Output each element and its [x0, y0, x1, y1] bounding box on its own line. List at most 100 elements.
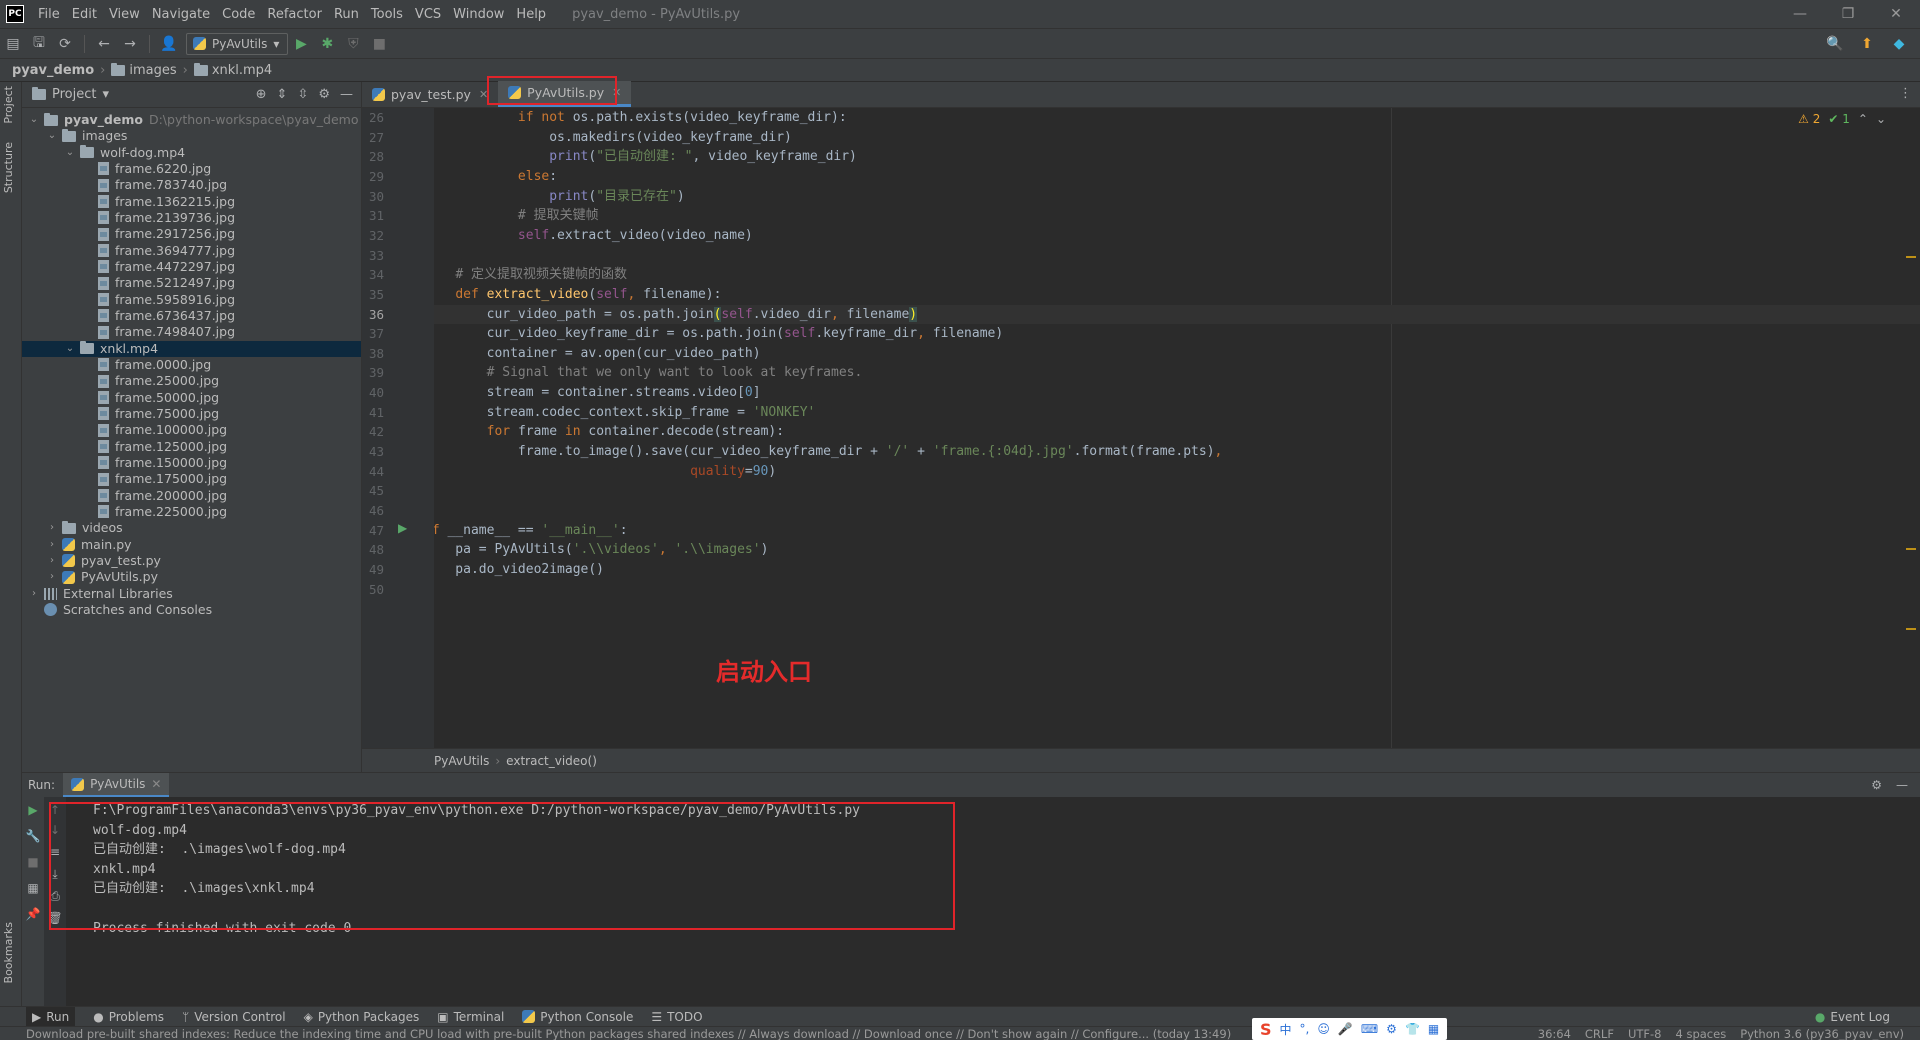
file-encoding[interactable]: UTF-8 [1628, 1027, 1662, 1040]
tree-item[interactable]: ⌄ xnkl.mp4 [22, 340, 361, 357]
update-icon[interactable]: ⬆ [1856, 33, 1878, 55]
stop-icon[interactable]: ■ [26, 855, 40, 869]
caret-position[interactable]: 36:64 [1538, 1027, 1571, 1040]
grid-icon[interactable]: ▦ [1428, 1022, 1439, 1036]
chevron-down-icon[interactable]: ⌄ [1876, 112, 1886, 126]
gear-icon[interactable]: ⚙ [1871, 778, 1882, 792]
line-number[interactable]: 34 [362, 267, 384, 283]
menu-code[interactable]: Code [216, 7, 261, 22]
line-separator[interactable]: CRLF [1585, 1027, 1614, 1040]
line-number[interactable]: 36 [362, 307, 384, 323]
chevron-right-icon[interactable]: › [46, 553, 58, 569]
hide-icon[interactable]: — [340, 87, 353, 102]
menu-run[interactable]: Run [328, 7, 365, 22]
line-number[interactable]: 45 [362, 483, 384, 499]
close-window-button[interactable]: ✕ [1872, 0, 1920, 28]
line-number[interactable]: 32 [362, 228, 384, 244]
line-number[interactable]: 27 [362, 130, 384, 146]
chevron-down-icon[interactable]: ⌄ [46, 128, 58, 144]
tree-item[interactable]: frame.75000.jpg [22, 406, 361, 422]
user-icon[interactable]: 👤 [158, 33, 180, 55]
code-line[interactable]: for frame in container.decode(stream): [434, 422, 784, 442]
chevron-down-icon[interactable]: ▾ [102, 87, 109, 102]
run-gutter-icon[interactable]: ▶ [398, 521, 407, 535]
python-packages-tool-button[interactable]: ◈ Python Packages [304, 1010, 420, 1024]
line-number[interactable]: 37 [362, 326, 384, 342]
structure-tool-tab[interactable]: Structure [2, 142, 15, 193]
interpreter-selector[interactable]: Python 3.6 (py36_pyav_env) [1740, 1027, 1904, 1040]
menu-edit[interactable]: Edit [66, 7, 103, 22]
line-number[interactable]: 33 [362, 248, 384, 264]
line-number[interactable]: 47 [362, 523, 384, 539]
tree-item[interactable]: frame.225000.jpg [22, 504, 361, 520]
status-message[interactable]: Download pre-built shared indexes: Reduc… [26, 1027, 1256, 1040]
ime-mode[interactable]: 中 [1280, 1021, 1292, 1038]
chevron-right-icon[interactable]: › [46, 537, 58, 553]
breadcrumb-xnkl[interactable]: xnkl.mp4 [193, 62, 272, 78]
tab-pyav-test[interactable]: pyav_test.py ✕ [362, 81, 498, 107]
chevron-down-icon[interactable]: ⌄ [64, 341, 76, 357]
breadcrumb-project[interactable]: pyav_demo [12, 63, 94, 78]
tree-item[interactable]: frame.7498407.jpg [22, 324, 361, 340]
tree-item[interactable]: › videos [22, 520, 361, 536]
terminal-tool-button[interactable]: ▣ Terminal [437, 1010, 504, 1024]
code-line[interactable]: print("目录已存在") [434, 187, 684, 207]
code-line[interactable]: if __name__ == '__main__': [434, 521, 628, 541]
tree-item[interactable]: frame.175000.jpg [22, 471, 361, 487]
warning-marker[interactable] [1906, 256, 1916, 258]
menu-help[interactable]: Help [510, 7, 552, 22]
code-line[interactable]: # Signal that we only want to look at ke… [434, 363, 863, 383]
code-line[interactable]: cur_video_path = os.path.join(self.video… [434, 305, 918, 325]
sync-icon[interactable]: ⟳ [54, 33, 76, 55]
minimize-button[interactable]: — [1776, 0, 1824, 28]
code-line[interactable]: else: [434, 167, 557, 187]
editor-scrollbar-markers[interactable] [1906, 108, 1916, 748]
problems-tool-button[interactable]: ● Problems [93, 1010, 164, 1024]
line-number[interactable]: 38 [362, 346, 384, 362]
rerun-icon[interactable]: ▶ [26, 803, 40, 817]
tree-item[interactable]: frame.125000.jpg [22, 439, 361, 455]
keyboard-icon[interactable]: ⌨ [1361, 1022, 1378, 1036]
coverage-icon[interactable]: ⛨ [342, 33, 364, 55]
emoji-icon[interactable]: ☺ [1317, 1022, 1330, 1036]
tree-item[interactable]: frame.6220.jpg [22, 161, 361, 177]
bookmarks-tool-tab[interactable]: Bookmarks [2, 922, 15, 983]
code-line[interactable]: if not os.path.exists(video_keyframe_dir… [434, 108, 847, 128]
menu-refactor[interactable]: Refactor [261, 7, 328, 22]
line-number[interactable]: 39 [362, 365, 384, 381]
run-icon[interactable]: ▶ [290, 33, 312, 55]
menu-tools[interactable]: Tools [365, 7, 409, 22]
tree-item[interactable]: frame.150000.jpg [22, 455, 361, 471]
line-number[interactable]: 29 [362, 169, 384, 185]
tree-item[interactable]: frame.100000.jpg [22, 422, 361, 438]
line-number[interactable]: 28 [362, 149, 384, 165]
code-editor[interactable]: if not os.path.exists(video_keyframe_dir… [434, 108, 1920, 748]
code-line[interactable]: pa = PyAvUtils('.\\videos', '.\\images') [434, 540, 768, 560]
code-line[interactable]: pa.do_video2image() [434, 560, 604, 580]
save-all-icon[interactable]: 🖫 [28, 33, 50, 55]
todo-tool-button[interactable]: ☰ TODO [651, 1010, 702, 1024]
event-log-button[interactable]: ● Event Log [1815, 1010, 1920, 1024]
tree-item[interactable]: frame.4472297.jpg [22, 259, 361, 275]
code-line[interactable]: stream = container.streams.video[0] [434, 383, 761, 403]
tree-item[interactable]: frame.1362215.jpg [22, 194, 361, 210]
menu-vcs[interactable]: VCS [409, 7, 447, 22]
tree-item[interactable]: frame.2139736.jpg [22, 210, 361, 226]
warning-marker[interactable] [1906, 548, 1916, 550]
line-number[interactable]: 44 [362, 464, 384, 480]
collapse-all-icon[interactable]: ⇳ [297, 87, 308, 102]
code-line[interactable]: quality=90) [434, 462, 776, 482]
back-icon[interactable]: ← [93, 33, 115, 55]
code-line[interactable]: print("已自动创建: ", video_keyframe_dir) [434, 147, 857, 167]
line-number[interactable]: 26 [362, 110, 384, 126]
expand-all-icon[interactable]: ⇕ [277, 87, 288, 102]
tree-item[interactable]: ⌄ images [22, 128, 361, 144]
code-line[interactable]: # 定义提取视频关键帧的函数 [434, 265, 627, 285]
tree-item[interactable]: Scratches and Consoles [22, 602, 361, 618]
tree-item[interactable]: frame.5958916.jpg [22, 292, 361, 308]
version-control-tool-button[interactable]: ᛘ Version Control [182, 1010, 286, 1024]
tree-item[interactable]: frame.5212497.jpg [22, 275, 361, 291]
tree-item[interactable]: › External Libraries [22, 586, 361, 602]
close-icon[interactable]: ✕ [151, 777, 161, 791]
tree-item[interactable]: frame.50000.jpg [22, 390, 361, 406]
